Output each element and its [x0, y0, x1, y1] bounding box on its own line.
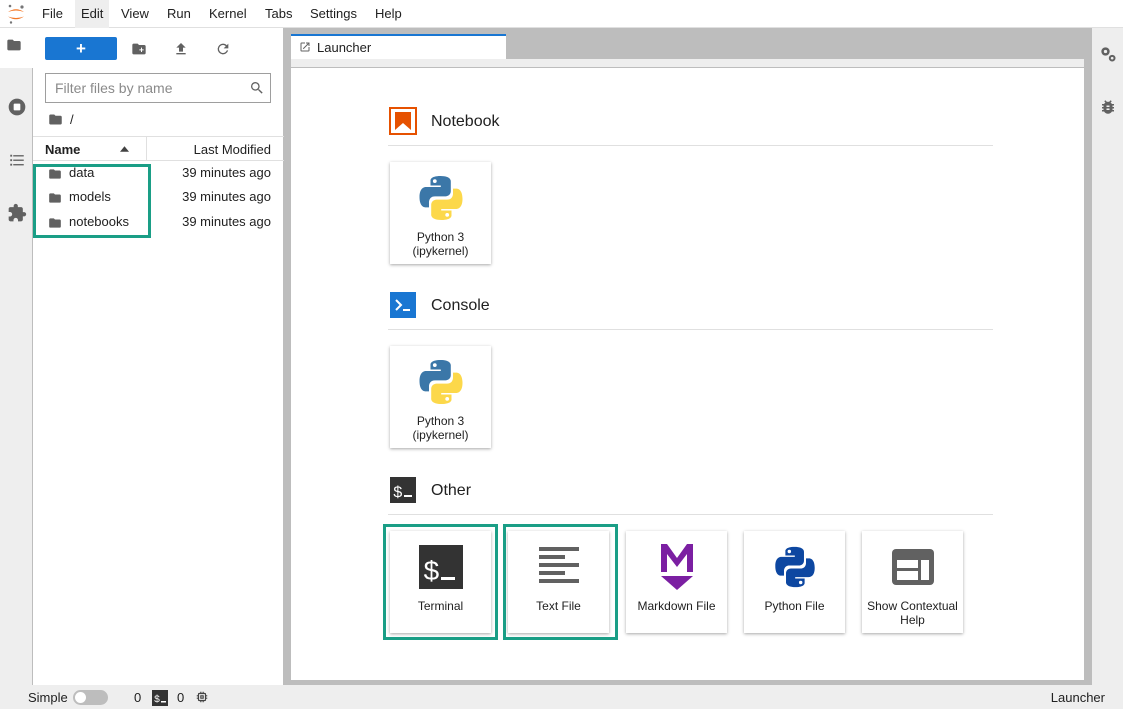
gears-icon — [1101, 47, 1116, 62]
notebook-icon — [389, 107, 417, 135]
menu-settings[interactable]: Settings — [304, 0, 363, 28]
home-folder-icon[interactable] — [48, 112, 63, 127]
sidetab-running[interactable] — [0, 87, 33, 127]
current-activity-label: Launcher — [1050, 690, 1105, 705]
tab-launcher[interactable]: Launcher — [291, 34, 506, 59]
highlight-box-files — [33, 164, 151, 238]
tab-label: Launcher — [317, 40, 372, 55]
card-label: Show Contextual Help — [867, 599, 958, 627]
bug-icon — [1102, 100, 1114, 114]
section-divider — [388, 329, 993, 330]
column-name-header[interactable]: Name — [45, 142, 80, 157]
python-logo-icon — [415, 172, 467, 224]
status-bar: Simple 0 $ 0 Launcher — [0, 685, 1123, 709]
sidetab-property-inspector[interactable] — [1092, 34, 1123, 74]
column-modified-header[interactable]: Last Modified — [194, 142, 271, 157]
breadcrumb-root[interactable]: / — [70, 112, 74, 127]
terminal-status-icon[interactable]: $ — [152, 690, 168, 706]
table-of-contents-icon — [9, 154, 24, 166]
jupyter-logo-icon — [8, 4, 24, 24]
new-folder-icon — [132, 43, 146, 55]
card-label: Python File — [764, 599, 825, 613]
section-divider — [388, 145, 993, 146]
left-sidebar — [0, 28, 34, 685]
menu-help[interactable]: Help — [369, 0, 408, 28]
terminals-count: 0 — [134, 690, 142, 705]
launcher-card-markdown-file[interactable]: Markdown File — [626, 531, 727, 633]
search-icon — [251, 82, 263, 94]
file-modified: 39 minutes ago — [182, 165, 271, 180]
card-label: Python 3 (ipykernel) — [412, 414, 469, 442]
terminal-icon: $ — [390, 477, 416, 503]
python-logo-icon — [415, 356, 467, 408]
column-divider — [146, 137, 147, 161]
sidetab-toc[interactable] — [0, 140, 33, 180]
plus-icon: + — [76, 38, 86, 58]
console-icon — [390, 292, 416, 318]
svg-text:$: $ — [393, 484, 403, 502]
highlight-box-terminal — [383, 524, 498, 640]
launcher-card-contextual-help[interactable]: Show Contextual Help — [862, 531, 963, 633]
section-title-other: Other — [431, 482, 472, 499]
sort-ascending-icon — [120, 146, 129, 152]
section-title-console: Console — [431, 297, 490, 314]
menu-view[interactable]: View — [115, 0, 155, 28]
kernel-chip-icon[interactable] — [195, 690, 209, 704]
menu-kernel[interactable]: Kernel — [203, 0, 253, 28]
file-filter-box — [45, 73, 271, 103]
svg-text:$: $ — [154, 694, 160, 706]
file-modified: 39 minutes ago — [182, 189, 271, 204]
highlight-box-text-file — [503, 524, 618, 640]
file-filter-input[interactable] — [46, 74, 246, 102]
markdown-icon — [651, 541, 703, 593]
file-list-header: Name Last Modified — [33, 136, 284, 161]
upload-button[interactable] — [169, 37, 193, 61]
launcher-icon — [300, 42, 310, 52]
contextual-help-icon — [887, 541, 939, 593]
new-folder-button[interactable] — [127, 37, 151, 61]
simple-mode-toggle[interactable] — [73, 690, 108, 705]
card-label: Markdown File — [637, 599, 716, 613]
new-launcher-button[interactable]: + — [45, 37, 117, 60]
launcher-card-python-file[interactable]: Python File — [744, 531, 845, 633]
menu-tabs[interactable]: Tabs — [259, 0, 298, 28]
menu-file[interactable]: File — [36, 0, 69, 28]
launcher-card-console-python3[interactable]: Python 3 (ipykernel) — [390, 346, 491, 448]
refresh-button[interactable] — [211, 37, 235, 61]
card-label: Python 3 (ipykernel) — [412, 230, 469, 258]
menu-edit[interactable]: Edit — [75, 0, 110, 28]
upload-icon — [176, 43, 186, 55]
simple-mode-label: Simple — [28, 690, 68, 705]
sidetab-file-browser[interactable] — [0, 28, 34, 68]
menu-bar: File Edit View Run Kernel Tabs Settings … — [0, 0, 1123, 28]
menu-run[interactable]: Run — [161, 0, 197, 28]
kernels-count: 0 — [177, 690, 185, 705]
folder-icon — [7, 39, 21, 51]
python-file-icon — [769, 541, 821, 593]
refresh-icon — [217, 43, 229, 55]
sidetab-extensions[interactable] — [0, 193, 33, 233]
file-modified: 39 minutes ago — [182, 214, 271, 229]
breadcrumb: / — [48, 111, 74, 127]
sidetab-debugger[interactable] — [1092, 87, 1123, 127]
section-title-notebook: Notebook — [431, 113, 500, 130]
running-sessions-icon — [8, 98, 25, 116]
launcher-card-notebook-python3[interactable]: Python 3 (ipykernel) — [390, 162, 491, 264]
puzzle-icon — [8, 203, 26, 222]
section-divider — [388, 514, 993, 515]
file-browser-panel: + / Name Last Modified data 39 minutes a… — [33, 28, 284, 685]
right-sidebar — [1091, 28, 1123, 685]
